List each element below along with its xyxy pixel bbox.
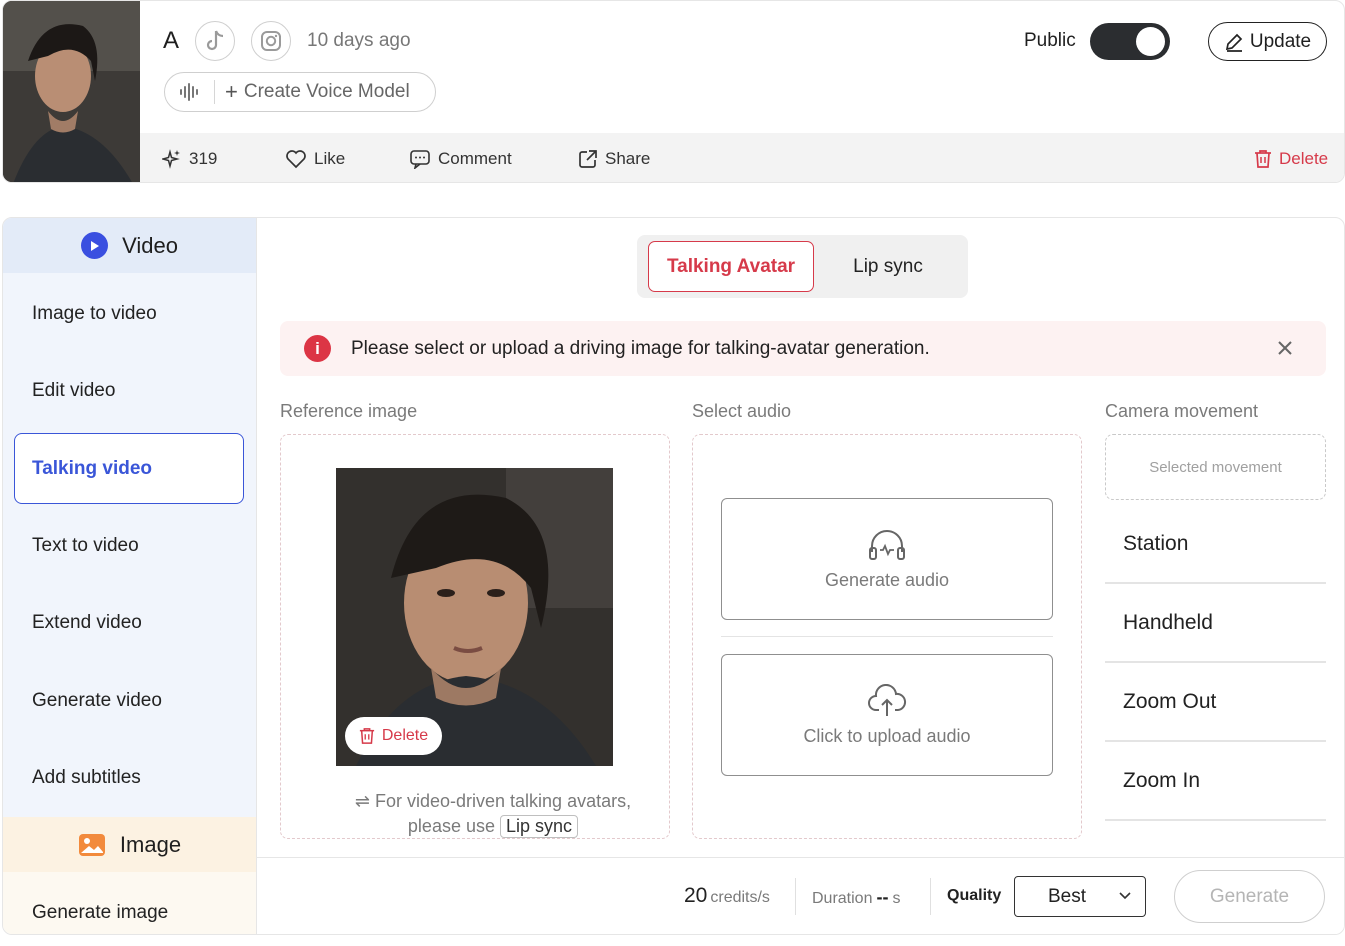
public-toggle[interactable] <box>1090 23 1170 60</box>
sidebar-item-edit-video[interactable]: Edit video <box>32 380 115 402</box>
portrait-image <box>3 1 140 182</box>
sidebar-item-generate-video[interactable]: Generate video <box>32 690 162 712</box>
select-audio-label: Select audio <box>692 401 792 421</box>
credits-value: 20 <box>684 884 708 907</box>
update-label: Update <box>1249 30 1312 52</box>
voice-wave-icon <box>165 80 215 104</box>
like-label: Like <box>314 148 346 168</box>
generations-count[interactable]: 319 <box>162 133 218 182</box>
generations-value: 319 <box>189 148 218 168</box>
sidebar-item-image-to-video[interactable]: Image to video <box>32 303 157 325</box>
chevron-down-icon <box>1119 892 1131 900</box>
action-bar: 319 Like Comment Share Delete <box>140 133 1344 182</box>
tiktok-icon[interactable] <box>195 21 236 61</box>
duration-value: -- <box>876 887 889 907</box>
generate-audio-button[interactable]: Generate audio <box>721 498 1053 620</box>
generate-footer: 20 credits/s Duration -- s Quality Best Gen… <box>257 857 1344 934</box>
create-voice-model-button[interactable]: + Create Voice Model <box>164 72 436 112</box>
quality-select[interactable]: Best <box>1014 876 1146 917</box>
sidebar-item-generate-image[interactable]: Generate image <box>32 902 168 924</box>
editor-panel: Video Image to video Edit video Talking … <box>2 217 1345 935</box>
tab-talking-avatar[interactable]: Talking Avatar <box>648 241 814 292</box>
plus-icon: + <box>225 79 238 104</box>
swap-icon: ⇌ <box>354 791 370 811</box>
image-header-label: Image <box>119 831 182 857</box>
post-time: 10 days ago <box>307 30 411 51</box>
close-icon[interactable] <box>1274 337 1296 359</box>
reference-image-label: Reference image <box>280 401 418 421</box>
pencil-icon <box>1225 33 1243 52</box>
mode-tabs: Talking Avatar Lip sync <box>637 235 968 298</box>
sidebar-item-add-subtitles[interactable]: Add subtitles <box>32 767 141 789</box>
alert-message: Please select or upload a driving image … <box>351 337 930 359</box>
profile-name: A <box>163 27 180 54</box>
comment-button[interactable]: Comment <box>409 133 512 182</box>
create-voice-model-label: Create Voice Model <box>243 81 410 102</box>
share-label: Share <box>605 148 651 168</box>
heart-icon <box>286 149 306 168</box>
duration-unit: s <box>892 890 901 907</box>
credits-unit: credits/s <box>710 889 770 906</box>
delete-image-button[interactable]: Delete <box>345 717 442 755</box>
like-button[interactable]: Like <box>285 133 346 182</box>
share-icon <box>579 149 597 168</box>
alert-icon: i <box>304 335 331 362</box>
sidebar: Video Image to video Edit video Talking … <box>3 218 257 934</box>
selected-movement-slot[interactable]: Selected movement <box>1105 434 1326 500</box>
tab-lip-sync[interactable]: Lip sync <box>829 241 947 292</box>
instagram-icon[interactable] <box>251 21 292 61</box>
movement-station[interactable]: Station <box>1105 506 1326 584</box>
upload-audio-button[interactable]: Click to upload audio <box>721 654 1053 776</box>
upload-audio-label: Click to upload audio <box>803 725 971 746</box>
comment-icon <box>410 149 430 169</box>
comment-label: Comment <box>438 148 512 168</box>
sidebar-item-extend-video[interactable]: Extend video <box>32 612 142 634</box>
duration-label: Duration <box>812 890 873 907</box>
update-button[interactable]: Update <box>1208 22 1327 61</box>
share-button[interactable]: Share <box>578 133 651 182</box>
lip-sync-hint: ⇌ For video-driven talking avatars, plea… <box>303 789 683 839</box>
movement-zoom-out[interactable]: Zoom Out <box>1105 664 1326 742</box>
profile-avatar[interactable] <box>3 1 140 182</box>
audio-divider <box>721 636 1053 637</box>
sidebar-item-talking-video[interactable]: Talking video <box>14 433 244 504</box>
delete-post-button[interactable]: Delete <box>1254 133 1329 182</box>
profile-card: A 10 days ago + Create Voice Model Publi… <box>2 0 1345 183</box>
trash-icon <box>359 728 374 744</box>
movement-handheld[interactable]: Handheld <box>1105 585 1326 663</box>
image-icon <box>78 833 105 856</box>
credits-rate: 20 credits/s <box>684 884 770 908</box>
sparkle-icon <box>162 148 180 169</box>
footer-divider <box>795 878 796 915</box>
duration-display: Duration -- s <box>812 887 900 908</box>
delete-image-label: Delete <box>381 727 429 744</box>
public-label: Public <box>1024 30 1076 51</box>
generate-audio-label: Generate audio <box>824 569 950 590</box>
movement-zoom-in[interactable]: Zoom In <box>1105 743 1326 821</box>
quality-label: Quality <box>947 887 1002 904</box>
generate-button[interactable]: Generate <box>1174 870 1325 923</box>
cloud-upload-icon <box>868 683 907 716</box>
hint-line1: For video-driven talking avatars, <box>374 791 632 811</box>
sidebar-item-text-to-video[interactable]: Text to video <box>32 535 139 557</box>
camera-movement-label: Camera movement <box>1105 401 1259 421</box>
trash-icon <box>1255 149 1271 168</box>
lip-sync-link[interactable]: Lip sync <box>500 815 579 838</box>
play-icon <box>81 232 109 259</box>
video-header-label: Video <box>122 232 178 258</box>
create-voice-model: + Create Voice Model <box>215 79 410 105</box>
footer-divider <box>930 878 931 915</box>
profile-header-row: A 10 days ago <box>163 21 411 61</box>
sidebar-video-header: Video <box>3 218 256 273</box>
error-alert: i Please select or upload a driving imag… <box>280 321 1326 376</box>
quality-value: Best <box>1048 885 1087 907</box>
hint-line2: please use <box>407 816 495 836</box>
headphones-icon <box>869 529 905 560</box>
sidebar-image-header: Image <box>3 817 256 872</box>
delete-label: Delete <box>1279 148 1329 168</box>
